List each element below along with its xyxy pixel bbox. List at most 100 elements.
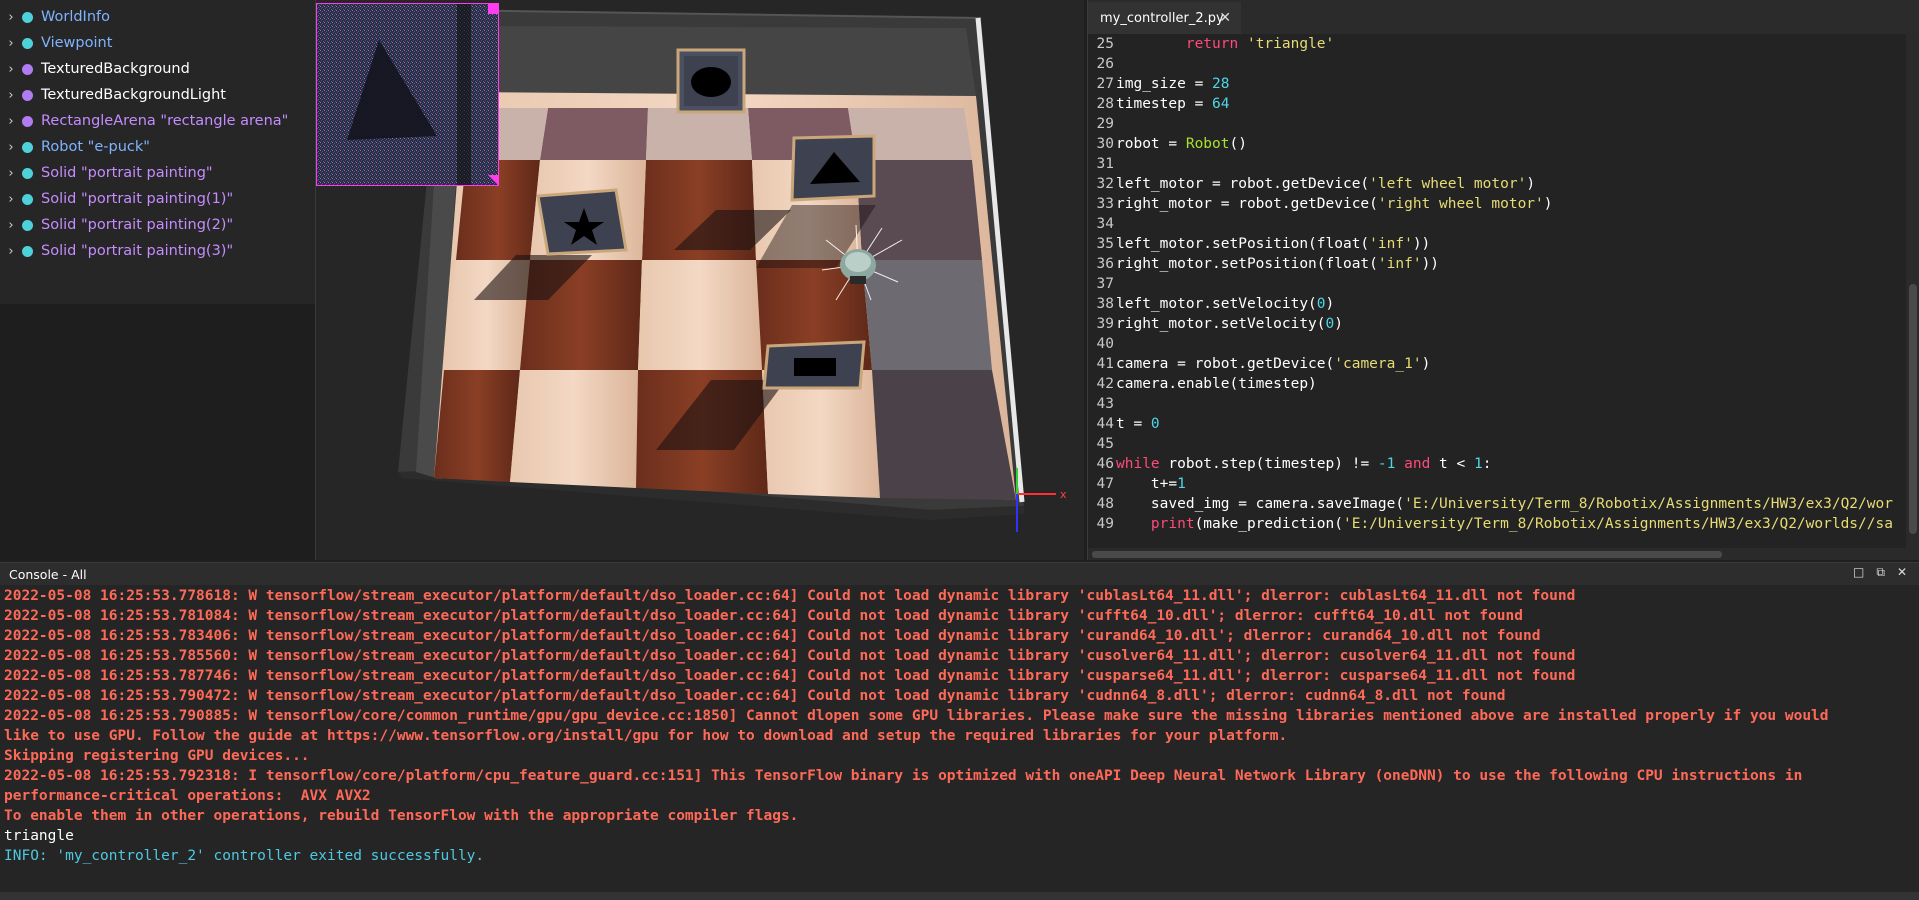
code-line[interactable]: 43 — [1088, 394, 1906, 414]
code-line[interactable]: 40 — [1088, 334, 1906, 354]
code-text: robot = Robot() — [1114, 136, 1247, 152]
camera-overlay-handle-icon[interactable] — [488, 4, 498, 14]
scrollbar-thumb[interactable] — [1909, 284, 1917, 534]
node-type-icon — [22, 141, 33, 153]
code-line[interactable]: 47 t+=1 — [1088, 474, 1906, 494]
close-icon[interactable]: ✕ — [1219, 10, 1231, 26]
code-token: left_motor.setVelocity( — [1116, 296, 1317, 312]
restore-icon[interactable]: ⧉ — [1876, 565, 1885, 580]
code-text: timestep = 64 — [1114, 96, 1230, 112]
code-text: saved_img = camera.saveImage('E:/Univers… — [1114, 496, 1893, 512]
chevron-right-icon[interactable]: › — [0, 218, 22, 233]
tree-node[interactable]: › Solid "portrait painting(2)" — [0, 212, 315, 238]
node-type-icon — [22, 11, 33, 23]
code-token: : — [1482, 456, 1492, 472]
tree-node[interactable]: › WorldInfo — [0, 4, 315, 30]
code-text: left_motor = robot.getDevice('left wheel… — [1114, 176, 1535, 192]
code-text: img_size = 28 — [1114, 76, 1230, 92]
code-line[interactable]: 36 right_motor.setPosition(float('inf')) — [1088, 254, 1906, 274]
line-number: 38 — [1096, 296, 1114, 312]
code-token: ) — [1325, 296, 1335, 312]
line-number: 25 — [1096, 36, 1114, 52]
code-line[interactable]: 31 — [1088, 154, 1906, 174]
code-token: Robot — [1185, 136, 1230, 152]
tree-node[interactable]: › RectangleArena "rectangle arena" — [0, 108, 315, 134]
node-type-icon — [22, 89, 33, 101]
tree-node[interactable]: › Solid "portrait painting" — [0, 160, 315, 186]
maximize-icon[interactable]: □ — [1853, 565, 1864, 580]
code-token: 'left wheel motor' — [1369, 176, 1527, 192]
code-line[interactable]: 29 — [1088, 114, 1906, 134]
code-editor[interactable]: my_controller_2.py ✕ 25 return 'triangle… — [1087, 0, 1919, 560]
painting-rectangle — [762, 340, 866, 390]
chevron-right-icon[interactable]: › — [0, 244, 22, 259]
code-token: 'E:/University/Term_8/Robotix/Assignment… — [1342, 516, 1893, 532]
console-line: 2022-05-08 16:25:53.785560: W tensorflow… — [4, 648, 1576, 664]
tree-node[interactable]: › TexturedBackground — [0, 56, 315, 82]
chevron-right-icon[interactable]: › — [0, 166, 22, 181]
camera-overlay[interactable] — [316, 3, 499, 186]
code-line[interactable]: 27 img_size = 28 — [1088, 74, 1906, 94]
console-horizontal-scrollbar[interactable] — [0, 892, 1919, 900]
console-line: 2022-05-08 16:25:53.792318: I tensorflow… — [4, 768, 1803, 784]
code-line[interactable]: 45 — [1088, 434, 1906, 454]
console-output[interactable]: 2022-05-08 16:25:53.778618: W tensorflow… — [4, 586, 1915, 890]
node-type-icon — [22, 115, 33, 127]
code-token: 0 — [1325, 316, 1335, 332]
code-token: robot = — [1116, 136, 1186, 152]
tab-my-controller[interactable]: my_controller_2.py ✕ — [1088, 2, 1241, 34]
code-text: print(make_prediction('E:/University/Ter… — [1114, 516, 1893, 532]
code-line[interactable]: 26 — [1088, 54, 1906, 74]
editor-horizontal-scrollbar[interactable] — [1088, 548, 1919, 560]
code-line[interactable]: 28 timestep = 64 — [1088, 94, 1906, 114]
code-line[interactable]: 39 right_motor.setVelocity(0) — [1088, 314, 1906, 334]
code-line[interactable]: 38 left_motor.setVelocity(0) — [1088, 294, 1906, 314]
close-icon[interactable]: ✕ — [1897, 565, 1907, 580]
chevron-right-icon[interactable]: › — [0, 140, 22, 155]
code-line[interactable]: 35 left_motor.setPosition(float('inf')) — [1088, 234, 1906, 254]
code-token: 'right wheel motor' — [1377, 196, 1544, 212]
code-line[interactable]: 30 robot = Robot() — [1088, 134, 1906, 154]
scrollbar-thumb[interactable] — [1092, 551, 1722, 558]
tree-node[interactable]: › TexturedBackgroundLight — [0, 82, 315, 108]
chevron-right-icon[interactable]: › — [0, 62, 22, 77]
code-line[interactable]: 46 while robot.step(timestep) != -1 and t… — [1088, 454, 1906, 474]
code-token: return — [1185, 36, 1239, 52]
tree-node[interactable]: › Robot "e-puck" — [0, 134, 315, 160]
code-line[interactable]: 34 — [1088, 214, 1906, 234]
tree-node[interactable]: › Solid "portrait painting(1)" — [0, 186, 315, 212]
code-line[interactable]: 37 — [1088, 274, 1906, 294]
code-line[interactable]: 33 right_motor = robot.getDevice('right w… — [1088, 194, 1906, 214]
code-line[interactable]: 42 camera.enable(timestep) — [1088, 374, 1906, 394]
chevron-right-icon[interactable]: › — [0, 10, 22, 25]
editor-vertical-scrollbar[interactable] — [1906, 34, 1919, 548]
line-number: 34 — [1096, 216, 1114, 232]
code-line[interactable]: 32 left_motor = robot.getDevice('left whe… — [1088, 174, 1906, 194]
node-type-icon — [22, 193, 33, 205]
tree-node-label: Viewpoint — [41, 35, 113, 51]
line-number: 32 — [1096, 176, 1114, 192]
chevron-right-icon[interactable]: › — [0, 36, 22, 51]
chevron-right-icon[interactable]: › — [0, 114, 22, 129]
code-line[interactable]: 41 camera = robot.getDevice('camera_1') — [1088, 354, 1906, 374]
code-line[interactable]: 25 return 'triangle' — [1088, 34, 1906, 54]
tree-node[interactable]: › Viewpoint — [0, 30, 315, 56]
chevron-right-icon[interactable]: › — [0, 192, 22, 207]
node-type-icon — [22, 167, 33, 179]
code-line[interactable]: 44 t = 0 — [1088, 414, 1906, 434]
code-token: t+= — [1116, 476, 1178, 492]
code-line[interactable]: 49 print(make_prediction('E:/University/… — [1088, 514, 1906, 534]
line-number: 43 — [1096, 396, 1114, 412]
chevron-right-icon[interactable]: › — [0, 88, 22, 103]
3d-view[interactable]: x — [316, 0, 1084, 560]
console-header: Console - All □ ⧉ ✕ — [0, 562, 1919, 585]
line-number: 36 — [1096, 256, 1114, 272]
code-area[interactable]: 25 return 'triangle' 26 27 img_size = 28 28 t… — [1088, 34, 1906, 548]
line-number: 26 — [1096, 56, 1114, 72]
code-text: t = 0 — [1114, 416, 1160, 432]
code-line[interactable]: 48 saved_img = camera.saveImage('E:/Univ… — [1088, 494, 1906, 514]
tree-node[interactable]: › Solid "portrait painting(3)" — [0, 238, 315, 264]
